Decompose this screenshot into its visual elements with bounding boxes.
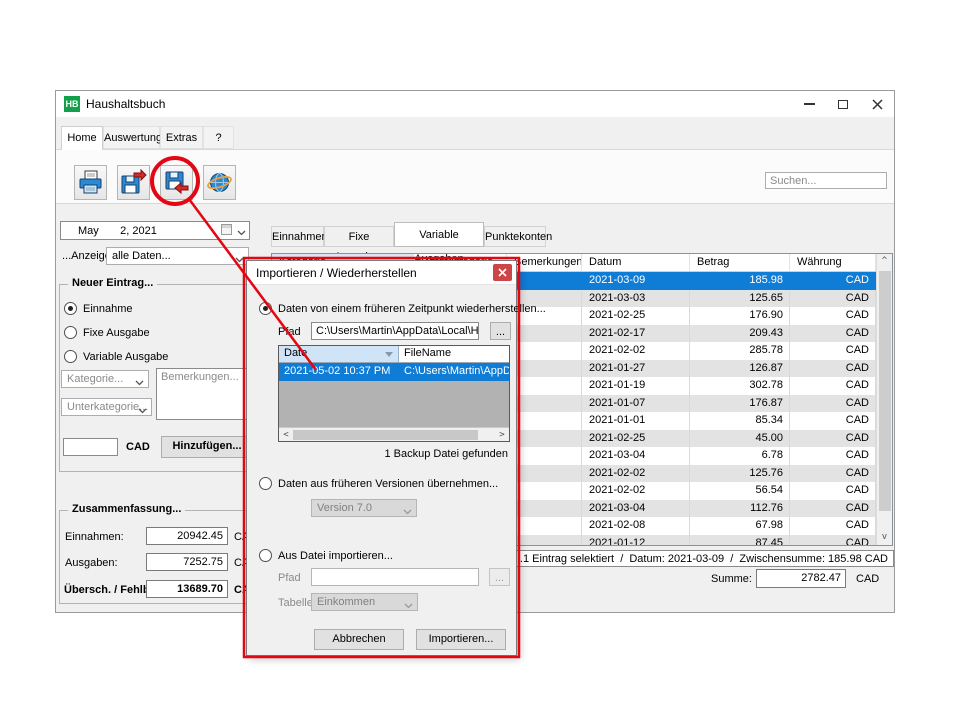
kategorie-select[interactable]: Kategorie... [61, 370, 149, 388]
radio-import-file[interactable] [259, 549, 272, 562]
radio-restore-backup[interactable] [259, 302, 272, 315]
pfad-input[interactable]: C:\Users\Martin\AppData\Local\Ho... [311, 322, 479, 340]
search-input[interactable] [765, 172, 887, 189]
tabelle-select: Einkommen [311, 593, 418, 611]
unterkategorie-select[interactable]: Unterkategorie... [61, 398, 152, 416]
minimize-icon [804, 103, 815, 105]
import-from-disk-icon [163, 169, 190, 196]
zusammenfassung-title: Zusammenfassung... [68, 503, 185, 515]
browse2-button: ... [489, 568, 510, 586]
hinzufuegen-button[interactable]: Hinzufügen... [161, 436, 253, 458]
radio-import-file-label: Aus Datei importieren... [278, 550, 393, 562]
anzeige-select[interactable]: alle Daten... [106, 247, 249, 265]
backup-row-date: 2021-05-02 10:37 PM [279, 363, 399, 381]
neuer-eintrag-title: Neuer Eintrag... [68, 277, 157, 289]
amount-input[interactable] [63, 438, 118, 456]
tab-auswertung[interactable]: Auswertung [103, 126, 160, 149]
einnahmen-label: Einnahmen: [65, 531, 124, 543]
col-datum[interactable]: Datum [582, 254, 690, 271]
web-button[interactable] [203, 165, 236, 200]
summe-label: Summe: [711, 573, 752, 585]
pfad2-input [311, 568, 479, 586]
col-waehrung[interactable]: Währung [790, 254, 876, 271]
sort-descending-icon [385, 352, 393, 357]
tab-help[interactable]: ? [203, 126, 234, 149]
close-button[interactable] [860, 91, 894, 117]
backup-col-filename[interactable]: FileName [399, 346, 509, 362]
radio-fixe-ausgabe[interactable] [64, 326, 77, 339]
tab-punktekonten[interactable]: Punktekonten [484, 226, 546, 247]
tab-variable-ausgaben[interactable]: Variable Ausgaben [394, 222, 484, 247]
scroll-right-icon[interactable]: > [497, 428, 507, 443]
ribbon [56, 149, 894, 204]
close-icon [872, 99, 883, 110]
date-picker[interactable]: May 2, 2021 [60, 221, 250, 240]
horizontal-scrollbar[interactable]: < > [279, 427, 509, 441]
close-icon [498, 268, 507, 277]
vertical-scrollbar[interactable]: ^ v [876, 254, 892, 545]
chevron-down-icon [235, 254, 244, 265]
einnahmen-value: 20942.45 [146, 527, 228, 545]
radio-restore-backup-label: Daten von einem früheren Zeitpunkt wiede… [278, 303, 546, 315]
tab-home[interactable]: Home [61, 126, 103, 150]
radio-einnahme[interactable] [64, 302, 77, 315]
backup-table: Date FileName 2021-05-02 10:37 PM C:\Use… [278, 345, 510, 442]
scrollbar-thumb[interactable] [879, 271, 891, 511]
scroll-left-icon[interactable]: < [281, 428, 291, 443]
print-button[interactable] [74, 165, 107, 200]
import-dialog: Importieren / Wiederherstellen Daten von… [246, 260, 517, 656]
col-bemerkungen[interactable]: Bemerkungen [507, 254, 582, 271]
tab-extras[interactable]: Extras [160, 126, 203, 149]
chevron-down-icon [138, 405, 147, 416]
ausgaben-value: 7252.75 [146, 553, 228, 571]
pfad2-label: Pfad [278, 572, 301, 584]
radio-previous-versions[interactable] [259, 477, 272, 490]
summe-value: 2782.47 [756, 569, 846, 588]
pfad-label: Pfad [278, 326, 301, 338]
radio-previous-versions-label: Daten aus früheren Versionen übernehmen.… [278, 478, 498, 490]
version-select: Version 7.0 [311, 499, 417, 517]
saldo-value: 13689.70 [146, 580, 228, 598]
window-title: Haushaltsbuch [86, 97, 165, 111]
maximize-icon [838, 100, 848, 109]
radio-variable-ausgabe-label: Variable Ausgabe [83, 351, 168, 363]
printer-icon [77, 169, 104, 196]
maximize-button[interactable] [826, 91, 860, 117]
web-globe-icon [206, 169, 233, 196]
radio-einnahme-label: Einnahme [83, 303, 133, 315]
dialog-title-bar: Importieren / Wiederherstellen [247, 261, 516, 285]
browse-button[interactable]: ... [490, 322, 511, 340]
backup-found-label: 1 Backup Datei gefunden [384, 448, 508, 460]
app-logo-icon: HB [64, 96, 80, 112]
dialog-close-button[interactable] [493, 264, 512, 281]
backup-button[interactable] [117, 165, 150, 200]
ausgaben-label: Ausgaben: [65, 557, 118, 569]
importieren-button[interactable]: Importieren... [416, 629, 506, 650]
tab-einnahmen[interactable]: Einnahmen [271, 226, 324, 247]
backup-table-header: Date FileName [279, 346, 509, 363]
currency-label: CAD [126, 441, 150, 453]
col-betrag[interactable]: Betrag [690, 254, 790, 271]
scroll-down-icon[interactable]: v [877, 530, 892, 545]
bemerkungen-textarea[interactable]: Bemerkungen... [156, 368, 249, 420]
import-button[interactable] [160, 165, 193, 200]
tabelle-label: Tabelle [278, 597, 313, 609]
dialog-title: Importieren / Wiederherstellen [256, 266, 417, 280]
abbrechen-button[interactable]: Abbrechen [314, 629, 404, 650]
radio-fixe-ausgabe-label: Fixe Ausgabe [83, 327, 150, 339]
chevron-down-icon [404, 600, 413, 611]
radio-variable-ausgabe[interactable] [64, 350, 77, 363]
title-bar: HB Haushaltsbuch [56, 91, 894, 117]
backup-row-file: C:\Users\Martin\AppData [399, 363, 509, 381]
scroll-up-icon[interactable]: ^ [877, 254, 892, 269]
minimize-button[interactable] [792, 91, 826, 117]
backup-row[interactable]: 2021-05-02 10:37 PM C:\Users\Martin\AppD… [279, 363, 509, 381]
chevron-down-icon [135, 377, 144, 388]
tab-fixe-ausgaben[interactable]: Fixe Ausgaben [324, 226, 394, 247]
backup-to-disk-icon [120, 169, 147, 196]
summe-currency: CAD [856, 573, 879, 585]
scrollbar-thumb[interactable] [293, 430, 478, 440]
backup-col-date[interactable]: Date [279, 346, 399, 362]
chevron-down-icon [403, 506, 412, 517]
